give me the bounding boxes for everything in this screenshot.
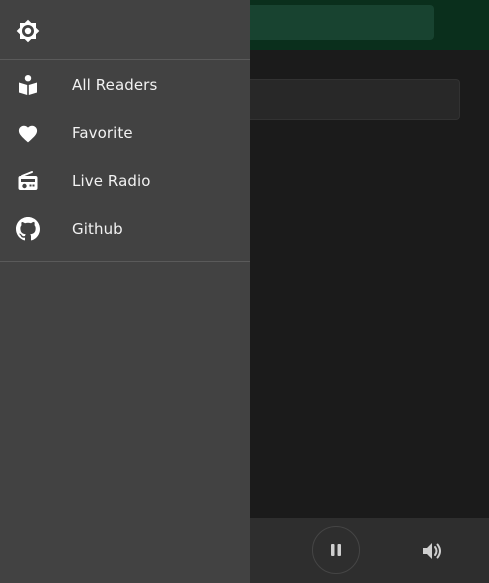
pause-icon [331, 544, 341, 556]
volume-button[interactable] [420, 538, 446, 564]
brightness-icon [16, 19, 40, 43]
drawer-menu: All Readers Favorite Live Radio Github [0, 60, 250, 262]
menu-item-label: Live Radio [72, 172, 151, 190]
menu-item-live-radio[interactable]: Live Radio [0, 157, 250, 205]
navigation-drawer: All Readers Favorite Live Radio Github [0, 0, 250, 583]
menu-item-github[interactable]: Github [0, 205, 250, 253]
menu-item-label: Github [72, 220, 123, 238]
reader-book-icon [16, 73, 40, 97]
app-window: All Readers Favorite Live Radio Github [0, 0, 489, 583]
menu-item-label: Favorite [72, 124, 133, 142]
menu-item-all-readers[interactable]: All Readers [0, 61, 250, 109]
menu-item-label: All Readers [72, 76, 158, 94]
github-icon [16, 217, 40, 241]
heart-icon [16, 121, 40, 145]
radio-icon [16, 169, 40, 193]
theme-toggle-button[interactable] [14, 17, 42, 45]
menu-item-favorite[interactable]: Favorite [0, 109, 250, 157]
content-search-field[interactable] [238, 79, 460, 120]
topbar-search-field[interactable] [238, 5, 434, 40]
drawer-header [0, 0, 250, 60]
pause-button[interactable] [312, 526, 360, 574]
volume-icon [423, 543, 441, 559]
